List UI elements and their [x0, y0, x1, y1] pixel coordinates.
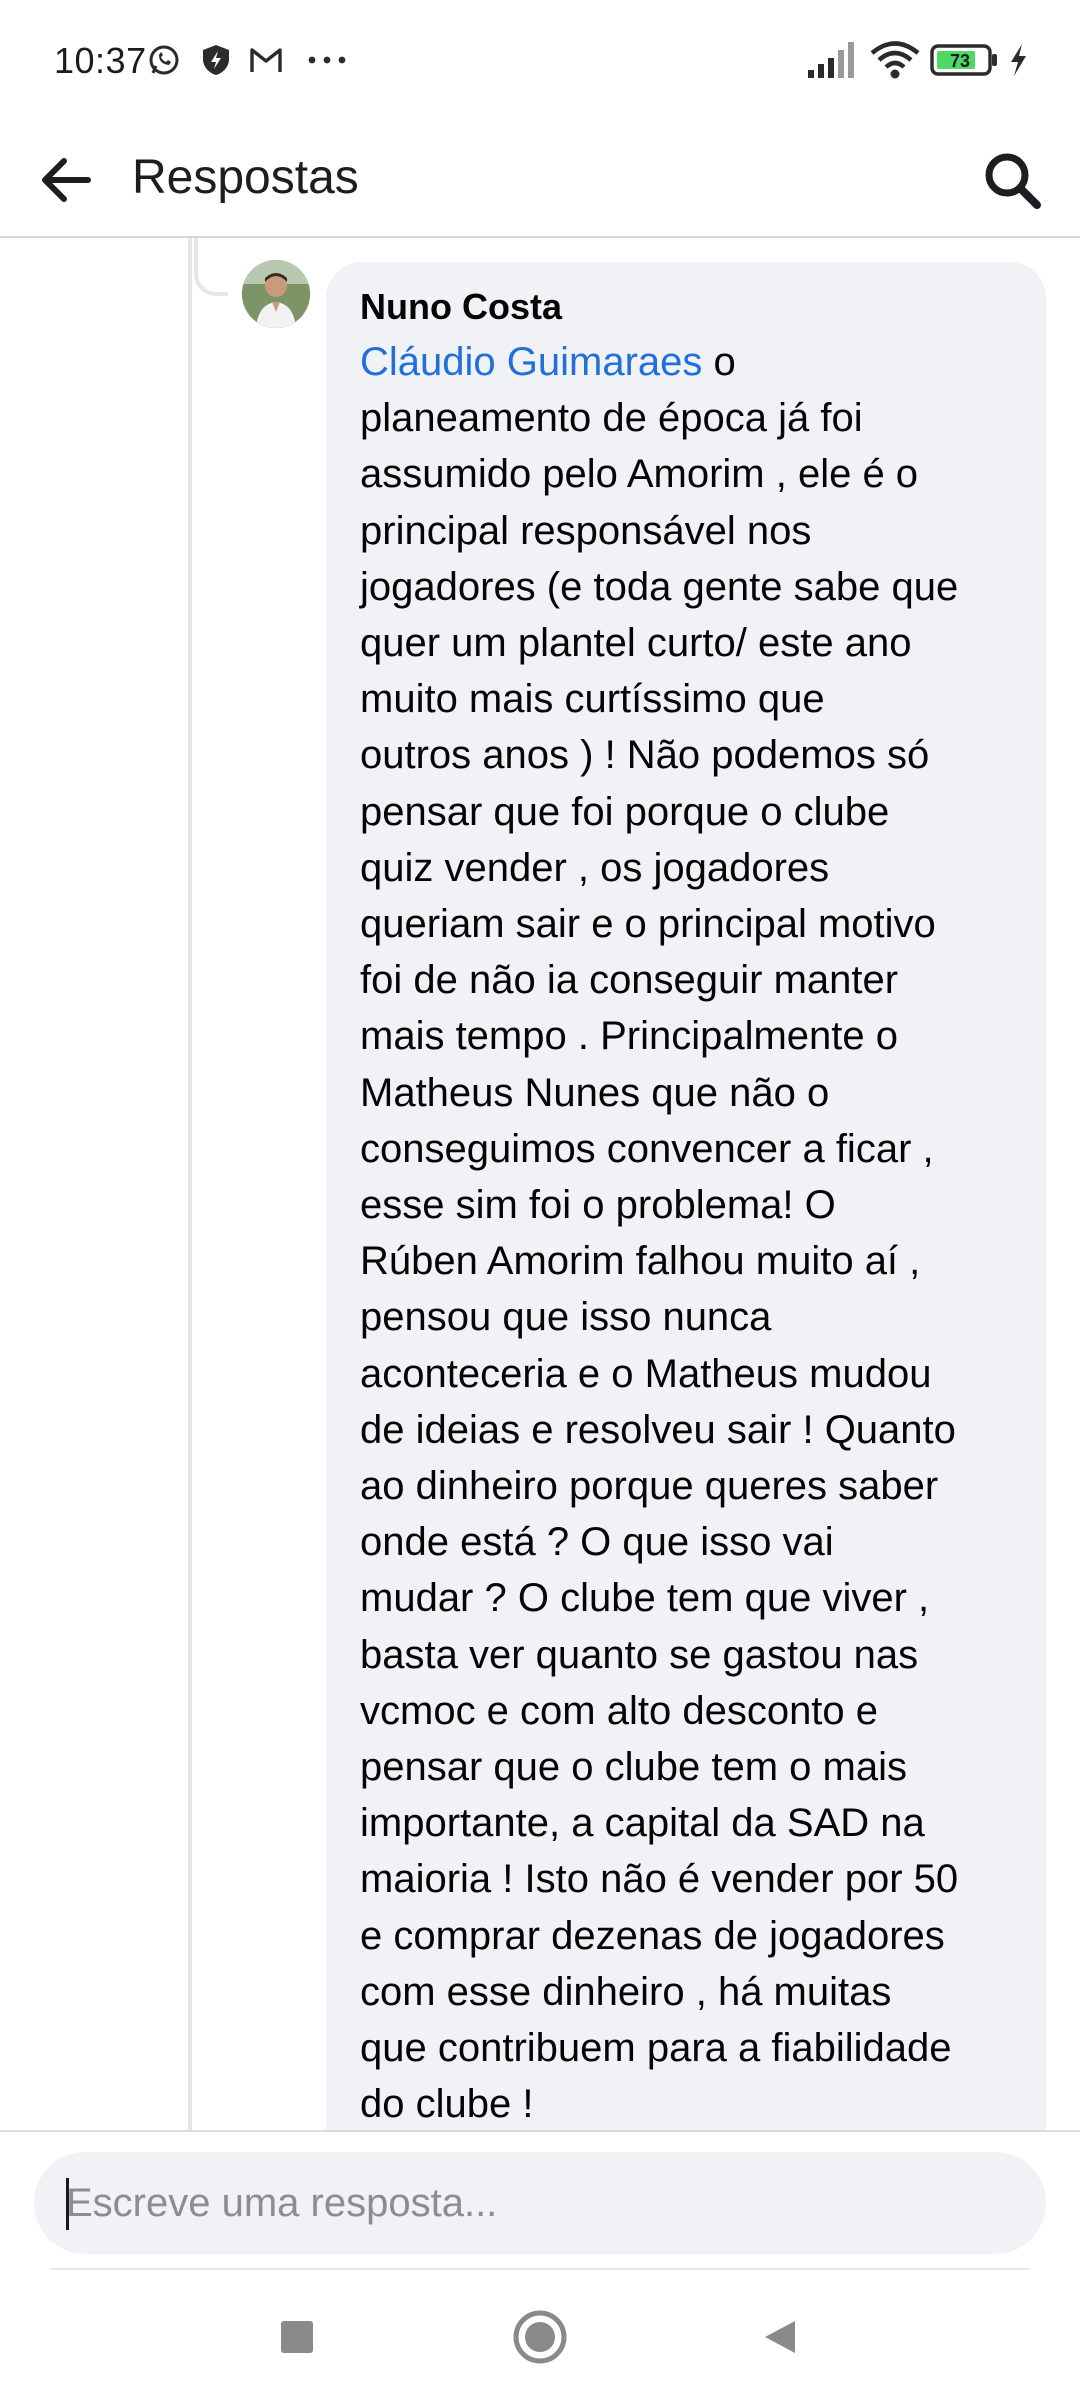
gmail-icon [248, 42, 284, 78]
comment-text: Cláudio Guimaraes o planeamento de época… [360, 334, 1016, 2130]
battery-level-text: 73 [950, 51, 970, 71]
comment-bubble[interactable]: Nuno Costa Cláudio Guimaraes o planeamen… [326, 262, 1046, 2130]
status-time: 10:37 [54, 40, 147, 81]
recents-square-icon [281, 2321, 313, 2353]
divider [50, 2268, 1030, 2270]
system-nav-bar [0, 2272, 1080, 2400]
reply-composer [0, 2130, 1080, 2272]
search-icon [985, 153, 1041, 209]
charging-bolt-icon [1006, 40, 1030, 80]
back-button[interactable] [26, 140, 106, 220]
text-cursor [66, 2178, 69, 2230]
back-nav-button[interactable] [746, 2302, 816, 2372]
status-bar: 10:37 73 [0, 0, 1080, 126]
battery-icon: 73 [930, 40, 1000, 80]
page-title: Respostas [132, 151, 359, 204]
comment-thread: Nuno Costa Cláudio Guimaraes o planeamen… [0, 238, 1080, 2130]
comment-author[interactable]: Nuno Costa [360, 280, 1016, 334]
comment-body: o planeamento de época já foi assumido p… [360, 340, 959, 2127]
home-button[interactable] [505, 2302, 575, 2372]
avatar[interactable] [242, 260, 310, 328]
back-triangle-icon [765, 2321, 795, 2353]
search-button[interactable] [972, 140, 1052, 220]
thread-line [188, 238, 192, 2130]
more-dots-icon [306, 42, 348, 78]
wifi-icon [868, 40, 922, 80]
app-bar: Respostas [0, 126, 1080, 238]
back-arrow-icon [42, 158, 91, 202]
thread-connector [194, 238, 228, 296]
recents-button[interactable] [262, 2302, 332, 2372]
signal-icon [806, 40, 858, 80]
whatsapp-icon [146, 42, 182, 78]
home-circle-icon [513, 2310, 567, 2364]
mention-link[interactable]: Cláudio Guimaraes [360, 340, 702, 384]
reply-input[interactable] [34, 2152, 1046, 2254]
vpn-shield-icon [198, 42, 234, 78]
